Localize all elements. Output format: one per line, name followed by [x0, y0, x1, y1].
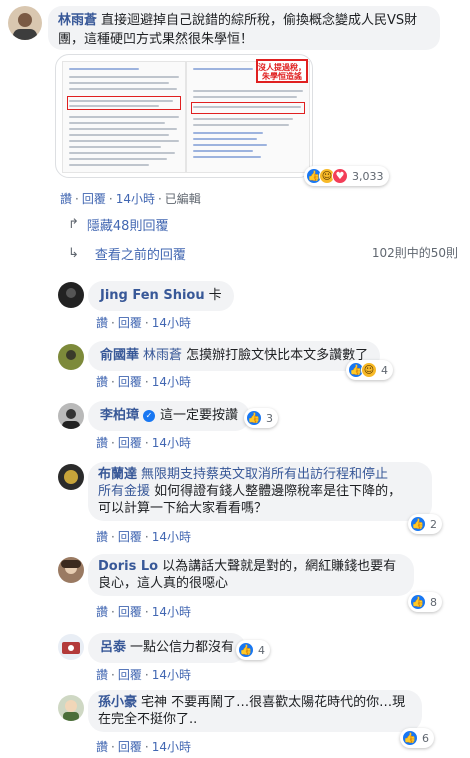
reply-bubble: Doris Lo 以為講話大聲就是對的，網紅賺錢也要有 良心，這人真的很噁心	[88, 554, 414, 596]
reply-bubble: 李柏璋 ✓ 這一定要按讚	[88, 401, 251, 431]
avatar[interactable]	[8, 6, 42, 40]
reaction-summary[interactable]: 👍 6	[400, 728, 434, 748]
like-reaction-icon: 👍	[402, 730, 418, 746]
reply-bubble: 孫小豪 宅神 不要再鬧了…很喜歡太陽花時代的你…現 在完全不挺你了..	[88, 690, 422, 732]
reply-author[interactable]: 布蘭達	[98, 467, 137, 482]
hidden-replies-link[interactable]: ↱ 隱藏48則回覆	[68, 215, 168, 234]
like-reaction-icon: 👍	[246, 410, 262, 426]
timestamp[interactable]: 14小時	[152, 530, 191, 544]
reply-bubble: 俞國華 林雨蒼 怎摸辦打臉文快比本文多讚數了	[88, 341, 381, 371]
reply-button[interactable]: 回覆	[118, 436, 142, 450]
avatar[interactable]	[58, 403, 84, 429]
reply-actions: 讚 · 回覆 · 14小時	[96, 668, 191, 682]
like-button[interactable]: 讚	[96, 668, 108, 682]
reaction-summary[interactable]: 👍 ☺ ♥ 3,033	[304, 166, 389, 186]
timestamp[interactable]: 14小時	[116, 192, 155, 206]
reply-button[interactable]: 回覆	[118, 316, 142, 330]
like-reaction-icon: 👍	[410, 516, 426, 532]
edited-label[interactable]: 已編輯	[165, 192, 201, 206]
reply-bubble: 呂泰 一點公信力都沒有	[88, 633, 247, 663]
image-left-pane	[62, 61, 186, 173]
avatar[interactable]	[58, 634, 84, 660]
image-sticker: 沒人提過稅，朱學恒造謠	[256, 59, 308, 83]
haha-reaction-icon: ☺	[361, 362, 377, 378]
reply-bubble: Jing Fen Shiou 卡	[88, 281, 234, 311]
comment-bubble: 林雨蒼 直接迴避掉自己說錯的綜所稅，偷換概念變成人民VS財團，這種硬凹方式果然很朱…	[48, 6, 440, 50]
replies-pagination: 102則中的50則	[371, 246, 458, 260]
reply-arrow-icon: ↳	[68, 246, 79, 261]
like-reaction-icon: 👍	[410, 594, 426, 610]
tagged-user[interactable]: 林雨蒼	[143, 348, 182, 363]
reaction-summary[interactable]: 👍 4	[236, 640, 270, 660]
like-button[interactable]: 讚	[96, 605, 108, 619]
timestamp[interactable]: 14小時	[152, 605, 191, 619]
avatar[interactable]	[58, 695, 84, 721]
verified-badge-icon: ✓	[143, 410, 156, 422]
reply-button[interactable]: 回覆	[118, 740, 142, 754]
reaction-summary[interactable]: 👍 8	[408, 592, 442, 612]
like-button[interactable]: 讚	[60, 192, 72, 206]
reply-button[interactable]: 回覆	[118, 375, 142, 389]
like-button[interactable]: 讚	[96, 530, 108, 544]
reply-actions: 讚 · 回覆 · 14小時	[96, 436, 191, 450]
reply-author[interactable]: Doris Lo	[98, 559, 158, 574]
reaction-summary[interactable]: 👍 2	[408, 514, 442, 534]
arrow-up-icon: ↱	[68, 217, 79, 232]
like-button[interactable]: 讚	[96, 316, 108, 330]
reply-actions: 讚 · 回覆 · 14小時	[96, 316, 191, 330]
avatar[interactable]	[58, 557, 84, 583]
reply-author[interactable]: 呂泰	[100, 640, 126, 655]
comment-author[interactable]: 林雨蒼	[58, 13, 97, 28]
reaction-count: 3,033	[352, 169, 384, 183]
reply-button[interactable]: 回覆	[82, 192, 106, 206]
comment-text: 直接迴避掉自己說錯的綜所稅，偷換概念變成人民VS財團，這種硬凹方式果然很朱學恒！	[58, 13, 418, 47]
reply-author[interactable]: 孫小豪	[98, 695, 137, 710]
avatar[interactable]	[58, 282, 84, 308]
reply-author[interactable]: Jing Fen Shiou	[100, 288, 205, 303]
reply-button[interactable]: 回覆	[118, 668, 142, 682]
avatar[interactable]	[58, 464, 84, 490]
reply-author[interactable]: 俞國華	[100, 348, 139, 363]
timestamp[interactable]: 14小時	[152, 375, 191, 389]
love-reaction-icon: ♥	[332, 168, 348, 184]
reply-actions: 讚 · 回覆 · 14小時	[96, 740, 191, 754]
reply-actions: 讚 · 回覆 · 14小時	[96, 530, 191, 544]
comment-actions: 讚 · 回覆 · 14小時 · 已編輯	[60, 192, 201, 206]
like-button[interactable]: 讚	[96, 375, 108, 389]
like-reaction-icon: 👍	[238, 642, 254, 658]
group-mention-link[interactable]: 無限期支持蔡英文取消所有出訪行程和停止	[141, 467, 388, 482]
reaction-summary[interactable]: 👍 3	[244, 408, 278, 428]
like-button[interactable]: 讚	[96, 436, 108, 450]
like-button[interactable]: 讚	[96, 740, 108, 754]
timestamp[interactable]: 14小時	[152, 316, 191, 330]
reply-actions: 讚 · 回覆 · 14小時	[96, 605, 191, 619]
reply-button[interactable]: 回覆	[118, 530, 142, 544]
reply-actions: 讚 · 回覆 · 14小時	[96, 375, 191, 389]
reply-bubble: 布蘭達 無限期支持蔡英文取消所有出訪行程和停止 所有金援 如何得證有錢人整體邊際稅率…	[88, 462, 432, 521]
timestamp[interactable]: 14小時	[152, 668, 191, 682]
reply-button[interactable]: 回覆	[118, 605, 142, 619]
reaction-summary[interactable]: 👍 ☺ 4	[346, 360, 393, 380]
view-previous-replies-link[interactable]: ↳ 查看之前的回覆	[68, 244, 186, 263]
timestamp[interactable]: 14小時	[152, 740, 191, 754]
comment-attached-image[interactable]: 沒人提過稅，朱學恒造謠	[55, 54, 313, 178]
avatar[interactable]	[58, 344, 84, 370]
reply-author[interactable]: 李柏璋	[100, 408, 139, 423]
timestamp[interactable]: 14小時	[152, 436, 191, 450]
